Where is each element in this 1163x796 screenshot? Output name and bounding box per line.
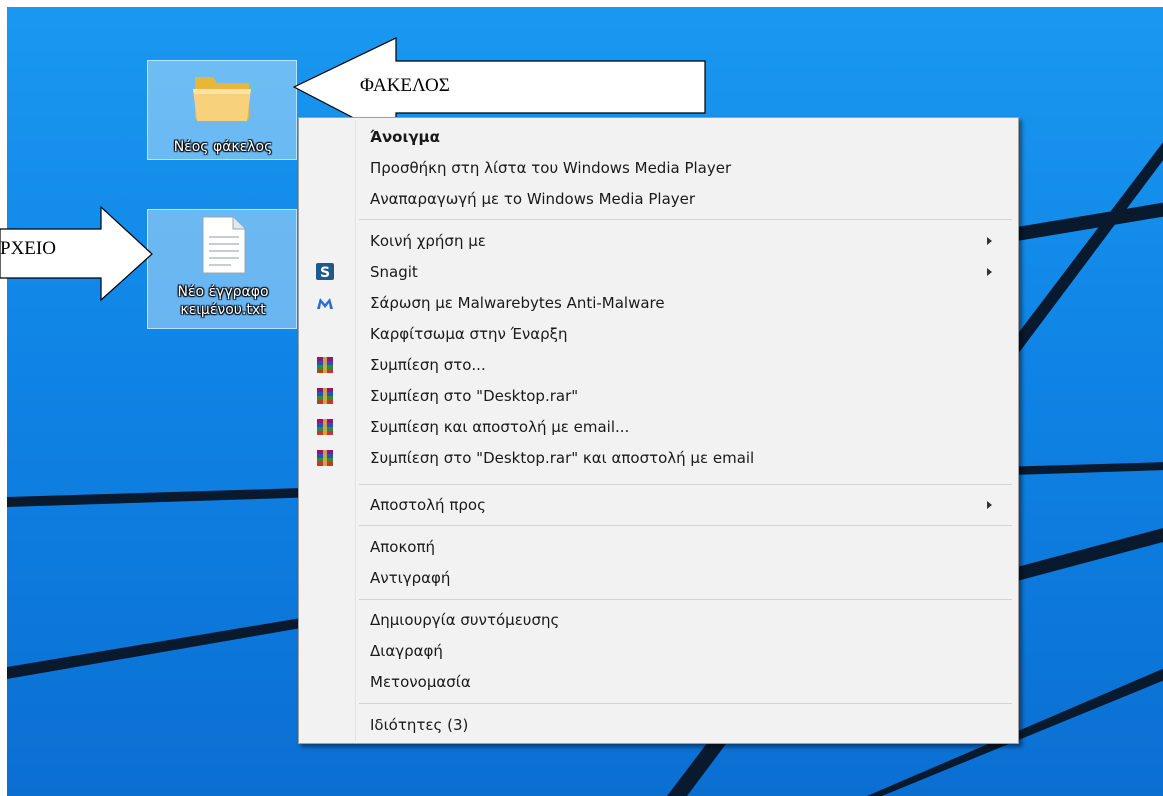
menu-item-label: Άνοιγμα — [370, 128, 440, 146]
file-callout-text: ΡΧΕΙΟ — [0, 238, 56, 259]
menu-item-label: Κοινή χρήση με — [370, 232, 486, 250]
menu-separator — [359, 525, 1012, 526]
menu-item-send-to[interactable]: Αποστολή προς — [301, 490, 1016, 520]
folder-desktop-icon[interactable]: Νέος φάκελος — [147, 60, 297, 160]
menu-item-label: Μετονομασία — [370, 673, 471, 691]
submenu-arrow-icon — [987, 237, 992, 245]
menu-separator — [359, 599, 1012, 600]
text-file-label-line2: κειμένου.txt — [180, 302, 266, 318]
menu-item-snagit[interactable]: S Snagit — [301, 257, 1016, 287]
menu-item-compress-to-desktop-rar[interactable]: Συμπίεση στο "Desktop.rar" — [301, 381, 1016, 411]
menu-item-label: Αντιγραφή — [370, 569, 451, 587]
submenu-arrow-icon — [987, 268, 992, 276]
malwarebytes-icon — [317, 298, 333, 309]
menu-item-malwarebytes-scan[interactable]: Σάρωση με Malwarebytes Anti-Malware — [301, 288, 1016, 318]
svg-text:S: S — [320, 265, 330, 281]
menu-item-label: Αποκοπή — [370, 538, 436, 556]
menu-item-open[interactable]: Άνοιγμα — [301, 122, 1016, 152]
menu-item-label: Προσθήκη στη λίστα του Windows Media Pla… — [370, 159, 732, 177]
menu-item-play-with-wmp[interactable]: Αναπαραγωγή με το Windows Media Player — [301, 184, 1016, 214]
menu-item-properties[interactable]: Ιδιότητες (3) — [301, 710, 1016, 740]
context-menu: Άνοιγμα Προσθήκη στη λίστα του Windows M… — [298, 117, 1019, 744]
menu-item-compress-to[interactable]: Συμπίεση στο... — [301, 350, 1016, 380]
submenu-arrow-icon — [987, 501, 992, 509]
menu-item-delete[interactable]: Διαγραφή — [301, 636, 1016, 666]
menu-item-label: Συμπίεση στο "Desktop.rar" — [370, 387, 579, 405]
menu-item-label: Snagit — [370, 263, 418, 281]
menu-item-label: Δημιουργία συντόμευσης — [370, 611, 560, 629]
menu-item-pin-to-start[interactable]: Καρφίτσωμα στην Έναρξη — [301, 319, 1016, 349]
menu-item-cut[interactable]: Αποκοπή — [301, 532, 1016, 562]
folder-callout-text: ΦΑΚΕΛΟΣ — [360, 75, 450, 96]
menu-item-label: Καρφίτσωμα στην Έναρξη — [370, 325, 568, 343]
menu-item-label: Συμπίεση και αποστολή με email... — [370, 418, 630, 436]
menu-item-label: Ιδιότητες (3) — [370, 716, 469, 734]
menu-item-label: Σάρωση με Malwarebytes Anti-Malware — [370, 294, 665, 312]
menu-item-label: Συμπίεση στο "Desktop.rar" και αποστολή … — [370, 449, 755, 467]
menu-item-add-to-wmp-list[interactable]: Προσθήκη στη λίστα του Windows Media Pla… — [301, 153, 1016, 183]
text-file-label-line1: Νέο έγγραφο — [177, 284, 269, 300]
menu-item-label: Αναπαραγωγή με το Windows Media Player — [370, 190, 696, 208]
menu-separator — [359, 703, 1012, 704]
menu-item-compress-and-email[interactable]: Συμπίεση και αποστολή με email... — [301, 412, 1016, 442]
winrar-icon — [317, 419, 333, 435]
snagit-icon: S — [316, 263, 334, 281]
folder-label: Νέος φάκελος — [173, 139, 273, 155]
text-file-desktop-icon[interactable]: Νέο έγγραφο κειμένου.txt — [147, 209, 297, 329]
folder-icon — [193, 77, 251, 121]
menu-separator — [359, 219, 1012, 220]
menu-item-rename[interactable]: Μετονομασία — [301, 667, 1016, 697]
winrar-icon — [317, 357, 333, 373]
winrar-icon — [317, 450, 333, 466]
menu-item-copy[interactable]: Αντιγραφή — [301, 563, 1016, 593]
menu-item-compress-desktop-rar-and-email[interactable]: Συμπίεση στο "Desktop.rar" και αποστολή … — [301, 443, 1016, 473]
menu-item-label: Αποστολή προς — [370, 496, 486, 514]
text-document-icon — [202, 216, 246, 274]
menu-item-share-with[interactable]: Κοινή χρήση με — [301, 226, 1016, 256]
menu-item-label: Συμπίεση στο... — [370, 356, 486, 374]
menu-item-label: Διαγραφή — [370, 642, 443, 660]
menu-separator — [359, 484, 1012, 485]
winrar-icon — [317, 388, 333, 404]
menu-item-create-shortcut[interactable]: Δημιουργία συντόμευσης — [301, 605, 1016, 635]
